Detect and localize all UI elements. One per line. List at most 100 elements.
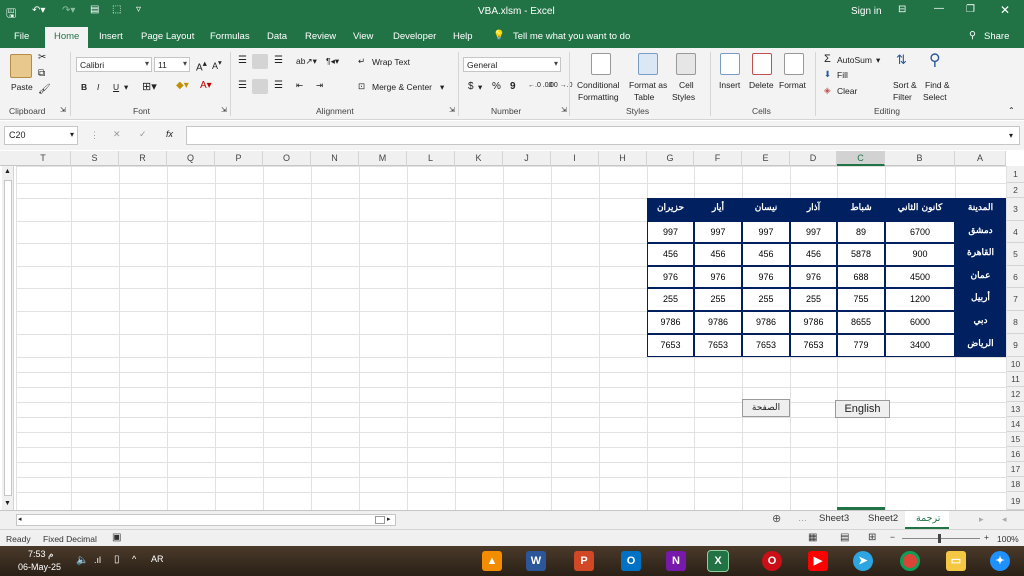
powerpoint-icon[interactable]: P <box>574 551 594 571</box>
network-icon[interactable]: .ıl <box>94 555 101 565</box>
table-city-cell[interactable]: دمشق <box>955 221 1006 243</box>
share-button[interactable]: Share <box>984 31 1009 42</box>
redo-icon[interactable]: ↷▾ <box>62 5 75 16</box>
format-painter-icon[interactable]: 🖌 <box>38 84 51 95</box>
customize-toolbar-icon[interactable]: ▿ <box>136 4 141 15</box>
font-size-combo[interactable]: 11 ▾ <box>154 57 190 72</box>
shrink-font-icon[interactable]: A▾ <box>212 58 222 71</box>
comma-button[interactable]: 9 <box>510 81 516 92</box>
sign-in-link[interactable]: Sign in <box>851 6 882 17</box>
table-header-cell[interactable]: آذار <box>790 198 837 221</box>
table-value-cell[interactable]: 1200 <box>885 288 955 311</box>
tab-developer[interactable]: Developer <box>393 31 436 42</box>
orientation-icon[interactable]: ab↗▾ <box>296 56 317 67</box>
column-header-n[interactable]: N <box>311 151 359 166</box>
excel-icon[interactable]: X <box>707 550 729 572</box>
format-as-table-icon[interactable] <box>638 53 658 75</box>
row-header-8[interactable]: 8 <box>1006 311 1024 334</box>
table-header-cell[interactable]: نيسان <box>742 198 790 221</box>
table-header-cell[interactable]: المدينة <box>955 198 1006 221</box>
column-header-j[interactable]: J <box>503 151 551 166</box>
table-value-cell[interactable]: 7653 <box>790 334 837 357</box>
table-value-cell[interactable]: 997 <box>742 221 790 243</box>
table-value-cell[interactable]: 8655 <box>837 311 885 334</box>
row-header-5[interactable]: 5 <box>1006 243 1024 266</box>
formula-input[interactable] <box>186 126 1020 145</box>
insert-cells-button[interactable]: Insert <box>719 80 740 90</box>
bold-button[interactable]: B <box>81 82 87 92</box>
clock-date[interactable]: 06-May-25 <box>18 562 61 572</box>
find-select-button[interactable]: Find & <box>925 80 950 90</box>
table-city-cell[interactable]: القاهرة <box>955 243 1006 266</box>
borders-icon[interactable]: ⊞▾ <box>142 80 157 93</box>
row-header-13[interactable]: 13 <box>1006 402 1024 417</box>
table-value-cell[interactable]: 997 <box>790 221 837 243</box>
insert-function-button[interactable]: fx <box>166 129 173 139</box>
onenote-icon[interactable]: N <box>666 551 686 571</box>
column-header-l[interactable]: L <box>407 151 455 166</box>
tab-formulas[interactable]: Formulas <box>210 31 250 42</box>
zoom-slider-thumb[interactable] <box>938 534 941 543</box>
rtl-icon[interactable]: ¶◂▾ <box>326 56 339 67</box>
table-value-cell[interactable]: 7653 <box>647 334 694 357</box>
table-header-cell[interactable]: شباط <box>837 198 885 221</box>
scroll-thumb[interactable] <box>4 180 12 496</box>
delete-cells-button[interactable]: Delete <box>749 80 774 90</box>
conditional-formatting-label[interactable]: Formatting <box>578 92 619 102</box>
italic-button[interactable]: I <box>97 82 99 92</box>
page-break-view-icon[interactable]: ⊞ <box>868 532 876 543</box>
table-value-cell[interactable]: 976 <box>647 266 694 288</box>
table-value-cell[interactable]: 456 <box>647 243 694 266</box>
font-launcher-icon[interactable]: ⇲ <box>221 106 227 114</box>
table-value-cell[interactable]: 255 <box>694 288 742 311</box>
increase-indent-icon[interactable]: ⇥ <box>316 80 323 91</box>
find-select-label[interactable]: Select <box>923 92 947 102</box>
table-value-cell[interactable]: 976 <box>790 266 837 288</box>
drag-handle-icon[interactable]: ⋮ <box>90 130 99 141</box>
row-header-4[interactable]: 4 <box>1006 221 1024 243</box>
table-value-cell[interactable]: 5878 <box>837 243 885 266</box>
table-value-cell[interactable]: 9786 <box>694 311 742 334</box>
zoom-in-icon[interactable]: + <box>984 532 989 542</box>
cell-styles-button[interactable]: Cell <box>679 80 694 90</box>
search-icon[interactable]: ⚲ <box>929 50 941 70</box>
english-button[interactable]: English <box>835 400 890 418</box>
table-value-cell[interactable]: 688 <box>837 266 885 288</box>
table-value-cell[interactable]: 9786 <box>742 311 790 334</box>
align-top-icon[interactable]: ☰ <box>238 55 247 66</box>
expand-formula-icon[interactable]: ▾ <box>1009 131 1013 140</box>
zoom-level[interactable]: 100% <box>997 534 1019 544</box>
paste-icon[interactable] <box>10 54 32 78</box>
table-city-cell[interactable]: أربيل <box>955 288 1006 311</box>
insert-cells-icon[interactable] <box>720 53 740 75</box>
table-value-cell[interactable]: 7653 <box>742 334 790 357</box>
format-as-table-label[interactable]: Table <box>634 92 654 102</box>
format-as-table-button[interactable]: Format as <box>629 80 667 90</box>
scroll-up-icon[interactable]: ▲ <box>4 168 11 175</box>
column-header-k[interactable]: K <box>455 151 503 166</box>
column-header-b[interactable]: B <box>885 151 955 166</box>
cancel-icon[interactable]: ✕ <box>113 129 121 140</box>
table-value-cell[interactable]: 255 <box>647 288 694 311</box>
table-value-cell[interactable]: 997 <box>647 221 694 243</box>
tab-next-icon[interactable]: ◂ <box>1002 514 1007 525</box>
conditional-formatting-button[interactable]: Conditional <box>577 80 620 90</box>
table-header-cell[interactable]: حزيران <box>647 198 694 221</box>
tab-data[interactable]: Data <box>267 31 287 42</box>
name-box[interactable]: C20 ▾ <box>4 126 78 145</box>
table-value-cell[interactable]: 779 <box>837 334 885 357</box>
decrease-indent-icon[interactable]: ⇤ <box>296 80 303 91</box>
table-value-cell[interactable]: 976 <box>694 266 742 288</box>
sort-filter-button[interactable]: Sort & <box>893 80 917 90</box>
table-header-cell[interactable]: أيار <box>694 198 742 221</box>
column-header-o[interactable]: O <box>263 151 311 166</box>
row-header-12[interactable]: 12 <box>1006 387 1024 402</box>
column-header-d[interactable]: D <box>790 151 837 166</box>
table-value-cell[interactable]: 89 <box>837 221 885 243</box>
row-header-6[interactable]: 6 <box>1006 266 1024 288</box>
sheet-tab-translation[interactable]: ترجمة <box>916 513 940 524</box>
column-header-h[interactable]: H <box>599 151 647 166</box>
format-cells-icon[interactable] <box>784 53 804 75</box>
horizontal-scrollbar[interactable]: ▸ ◂ <box>16 514 396 526</box>
youtube-icon[interactable]: ▶ <box>808 551 828 571</box>
